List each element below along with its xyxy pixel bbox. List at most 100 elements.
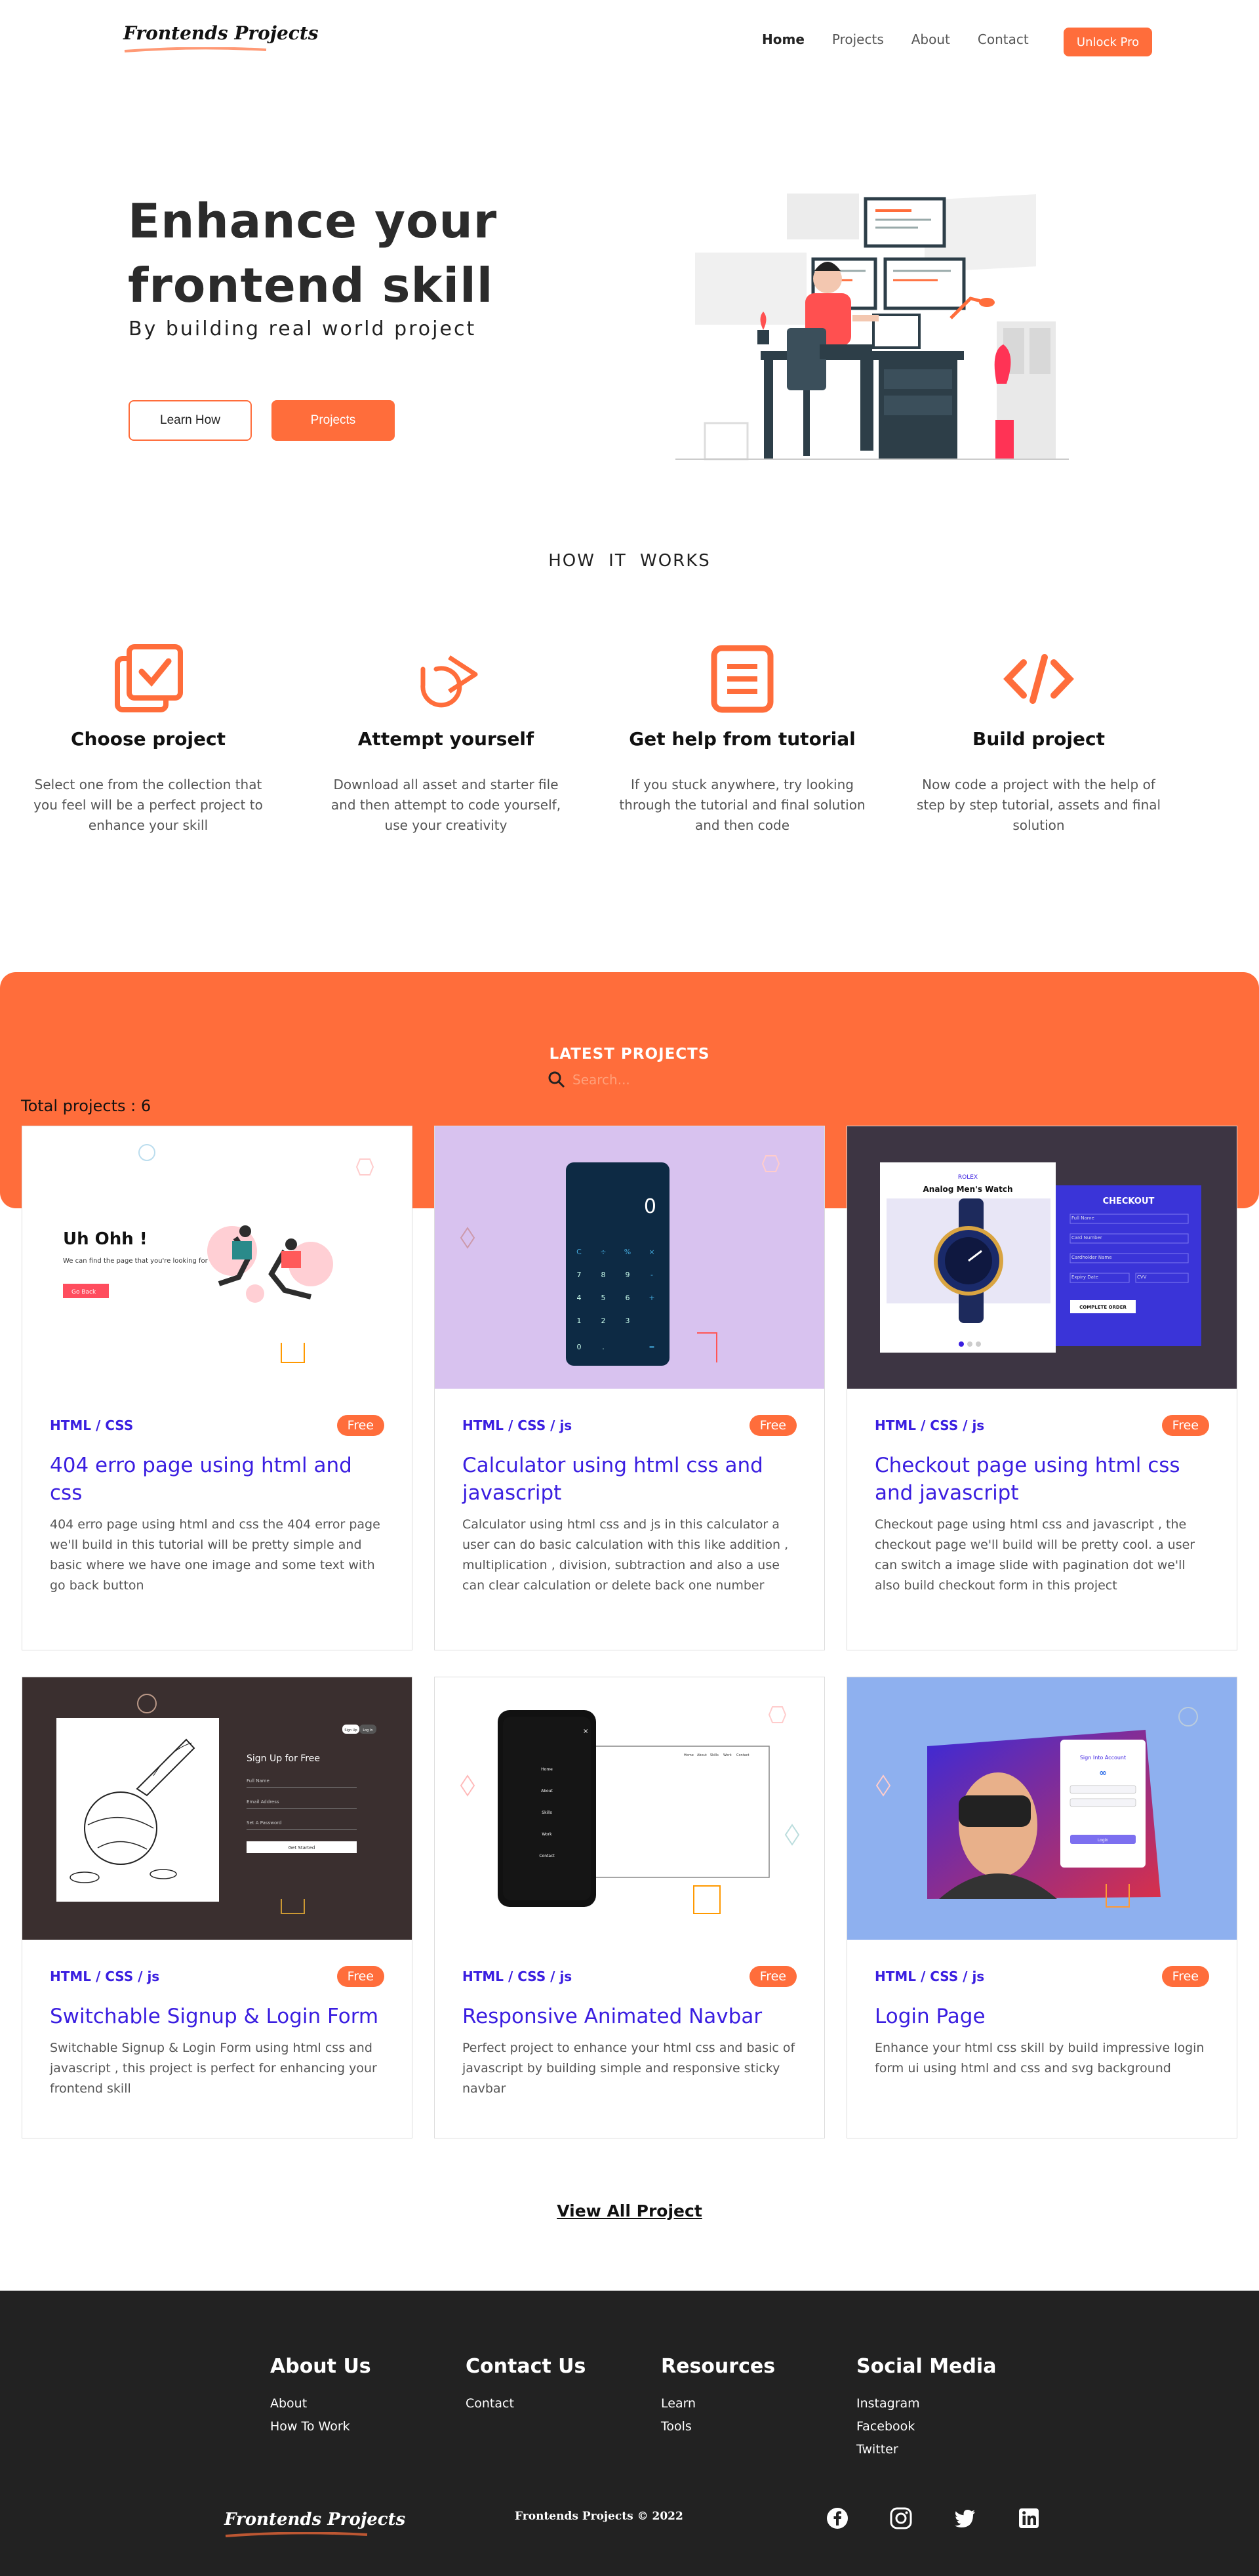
svg-text:Card Number: Card Number: [1071, 1235, 1102, 1240]
svg-text:Log In: Log In: [363, 1728, 372, 1732]
projects-button[interactable]: Projects: [271, 400, 395, 441]
svg-text:.: .: [602, 1343, 605, 1351]
project-card-calculator[interactable]: 0 C ÷ % × 7 8 9 - 4 5 6 + 1 2 3 0 . = HT…: [434, 1126, 825, 1650]
project-thumbnail: 0 C ÷ % × 7 8 9 - 4 5 6 + 1 2 3 0 . =: [435, 1126, 824, 1389]
svg-text:Skills: Skills: [710, 1753, 719, 1757]
tech-stack: HTML / CSS / js: [462, 1418, 572, 1433]
svg-text:-: -: [650, 1271, 653, 1279]
document-icon: [703, 640, 782, 718]
svg-text:2: 2: [601, 1317, 606, 1325]
step-choose-project: Choose project Select one from the colle…: [17, 640, 279, 836]
footer-link-how-to-work[interactable]: How To Work: [270, 2415, 371, 2438]
checkout-preview: ROLEX Analog Men's Watch CHECKOUT Full N…: [880, 1162, 1201, 1353]
card-meta: HTML / CSS / js Free: [22, 1966, 412, 1987]
footer-logo-underline: [225, 2532, 368, 2537]
footer-link-contact[interactable]: Contact: [466, 2392, 586, 2415]
footer-col-social: Social Media Instagram Facebook Twitter: [856, 2355, 996, 2461]
project-thumbnail: ROLEX Analog Men's Watch CHECKOUT Full N…: [847, 1126, 1237, 1389]
tech-stack: HTML / CSS: [50, 1418, 134, 1433]
footer-link-instagram[interactable]: Instagram: [856, 2392, 996, 2415]
logo-underline: [124, 47, 267, 52]
step-title: Build project: [972, 728, 1105, 750]
project-title[interactable]: Checkout page using html css and javascr…: [847, 1452, 1237, 1507]
project-description: Calculator using html css and js in this…: [462, 1517, 789, 1593]
svg-text:9: 9: [626, 1271, 630, 1279]
project-title[interactable]: Switchable Signup & Login Form: [22, 2003, 412, 2030]
project-title[interactable]: Responsive Animated Navbar: [435, 2003, 824, 2030]
footer-link-twitter[interactable]: Twitter: [856, 2438, 996, 2461]
footer-col-about: About Us About How To Work: [270, 2355, 371, 2438]
svg-text:+: +: [649, 1294, 654, 1302]
svg-text:Full Name: Full Name: [1071, 1216, 1094, 1221]
site-logo[interactable]: Frontends Projects: [123, 22, 319, 44]
footer-link-learn[interactable]: Learn: [661, 2392, 775, 2415]
footer-link-about[interactable]: About: [270, 2392, 371, 2415]
svg-text:Get Started: Get Started: [289, 1845, 315, 1850]
unlock-pro-button[interactable]: Unlock Pro: [1064, 28, 1152, 56]
card-meta: HTML / CSS / js Free: [435, 1415, 824, 1436]
svg-text:Cardholder Name: Cardholder Name: [1071, 1255, 1112, 1260]
footer-col-title: Contact Us: [466, 2355, 586, 2378]
view-all-projects: View All Project: [0, 2201, 1259, 2220]
footer-link-facebook[interactable]: Facebook: [856, 2415, 996, 2438]
instagram-icon[interactable]: [890, 2507, 912, 2529]
svg-text:About: About: [541, 1789, 553, 1793]
step-attempt-yourself: Attempt yourself Download all asset and …: [315, 640, 577, 836]
step-get-help: Get help from tutorial If you stuck anyw…: [611, 640, 873, 836]
nav-links: Home Projects About Contact: [762, 31, 1029, 47]
project-card-404[interactable]: Uh Ohh ! We can find the page that you'r…: [22, 1126, 412, 1650]
total-projects-count: Total projects : 6: [21, 1097, 151, 1115]
svg-text:×: ×: [649, 1248, 654, 1256]
nav-link-contact[interactable]: Contact: [978, 31, 1029, 47]
svg-text:7: 7: [577, 1271, 582, 1279]
nav-link-about[interactable]: About: [911, 31, 950, 47]
project-description: Switchable Signup & Login Form using htm…: [50, 2041, 377, 2096]
project-card-signup-login[interactable]: Sign Up Log In Sign Up for Free Full Nam…: [22, 1677, 412, 2138]
project-card-navbar[interactable]: Home About Skills Work Contact × Home About …: [434, 1677, 825, 2138]
svg-text:ROLEX: ROLEX: [958, 1174, 978, 1181]
facebook-icon[interactable]: [826, 2507, 849, 2529]
svg-text:Full Name: Full Name: [247, 1778, 270, 1784]
search-icon: [548, 1071, 565, 1088]
project-card-checkout[interactable]: ROLEX Analog Men's Watch CHECKOUT Full N…: [847, 1126, 1237, 1650]
project-thumbnail: Uh Ohh ! We can find the page that you'r…: [22, 1126, 412, 1389]
thumb-heading: Uh Ohh !: [63, 1229, 148, 1249]
thumb-text: We can find the page that you're looking…: [63, 1257, 214, 1265]
free-badge: Free: [1161, 1415, 1209, 1436]
search-bar: [548, 1071, 717, 1089]
nav-link-home[interactable]: Home: [762, 31, 805, 47]
step-text: Now code a project with the help of step…: [916, 777, 1161, 833]
card-meta: HTML / CSS / js Free: [847, 1415, 1237, 1436]
footer-col-title: About Us: [270, 2355, 371, 2378]
step-text: If you stuck anywhere, try looking throu…: [619, 777, 866, 833]
svg-text:8: 8: [601, 1271, 606, 1279]
calculator-preview: 0 C ÷ % × 7 8 9 - 4 5 6 + 1 2 3 0 . =: [460, 1155, 780, 1366]
view-all-projects-link[interactable]: View All Project: [557, 2201, 702, 2220]
card-meta: HTML / CSS / js Free: [435, 1966, 824, 1987]
project-title[interactable]: 404 erro page using html and css: [22, 1452, 412, 1507]
linkedin-icon[interactable]: [1018, 2507, 1040, 2529]
project-title[interactable]: Calculator using html css and javascript: [435, 1452, 824, 1507]
project-thumbnail: Sign Up Log In Sign Up for Free Full Nam…: [22, 1677, 412, 1940]
tech-stack: HTML / CSS / js: [462, 1969, 572, 1984]
svg-text:0: 0: [577, 1343, 582, 1351]
search-input[interactable]: [572, 1072, 717, 1088]
step-text: Select one from the collection that you …: [33, 777, 263, 833]
learn-how-button[interactable]: Learn How: [129, 400, 252, 441]
footer-col-title: Social Media: [856, 2355, 997, 2378]
svg-text:Sign Up for Free: Sign Up for Free: [247, 1753, 320, 1764]
latest-projects-title: LATEST PROJECTS: [549, 1046, 710, 1063]
tech-stack: HTML / CSS / js: [50, 1969, 160, 1984]
footer-link-tools[interactable]: Tools: [661, 2415, 775, 2438]
svg-text:COMPLETE ORDER: COMPLETE ORDER: [1079, 1305, 1127, 1310]
footer-logo[interactable]: Frontends Projects: [224, 2510, 405, 2529]
footer-col-resources: Resources Learn Tools: [661, 2355, 775, 2438]
step-title: Choose project: [70, 728, 226, 750]
project-title[interactable]: Login Page: [847, 2003, 1237, 2030]
project-card-login[interactable]: Sign Into Account ∞ Login HTML / CSS / j…: [847, 1677, 1237, 2138]
nav-link-projects[interactable]: Projects: [832, 31, 884, 47]
footer-col-contact: Contact Us Contact: [466, 2355, 586, 2415]
project-description: 404 erro page using html and css the 404…: [50, 1517, 380, 1593]
svg-text:%: %: [624, 1248, 631, 1256]
twitter-icon[interactable]: [954, 2507, 976, 2529]
